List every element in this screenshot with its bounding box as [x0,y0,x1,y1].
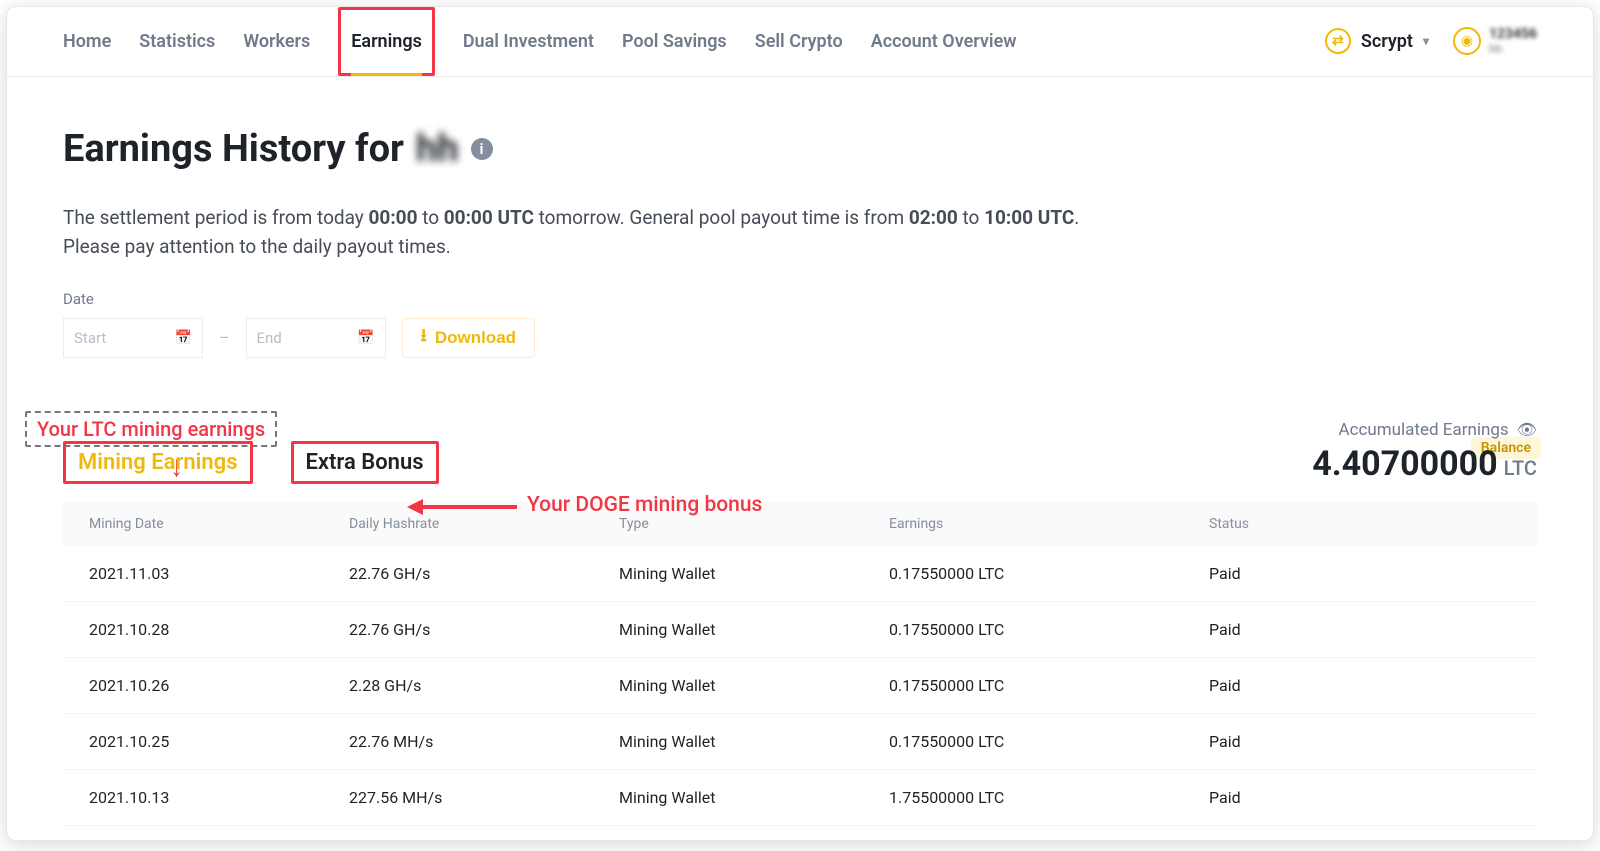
earnings-table: Mining Date Daily Hashrate Type Earnings… [63,502,1537,826]
col-type: Type [619,516,889,532]
cell-status: Paid [1209,788,1511,807]
cell-date: 2021.10.25 [89,732,349,751]
cell-status: Paid [1209,564,1511,583]
accumulated-value: 4.40700000LTC [1312,444,1537,484]
info-icon[interactable]: i [471,138,493,160]
nav-sell-crypto[interactable]: Sell Crypto [755,7,843,76]
cell-earnings: 0.17550000 LTC [889,620,1209,639]
top-nav: Home Statistics Workers Earnings Dual In… [7,7,1593,77]
annotation-doge-bonus: Your DOGE mining bonus [527,493,762,517]
cell-date: 2021.10.13 [89,788,349,807]
cell-type: Mining Wallet [619,564,889,583]
nav-earnings[interactable]: Earnings [338,7,435,76]
table-row: 2021.10.2822.76 GH/sMining Wallet0.17550… [63,602,1537,658]
cell-earnings: 1.75500000 LTC [889,788,1209,807]
col-status: Status [1209,516,1511,532]
date-separator: – [219,328,230,347]
chevron-down-icon: ▾ [1423,34,1429,48]
table-row: 2021.10.13227.56 MH/sMining Wallet1.7550… [63,770,1537,826]
accumulated-label: Accumulated Earnings 👁 [1338,420,1537,440]
calendar-icon: 📅 [175,330,192,346]
date-label: Date [63,290,1537,308]
calendar-icon: 📅 [357,330,374,346]
settlement-info: The settlement period is from today 00:0… [63,203,1537,262]
algorithm-label: Scrypt [1361,31,1413,52]
algorithm-select[interactable]: ⇄ Scrypt ▾ [1325,28,1429,54]
cell-earnings: 0.17550000 LTC [889,732,1209,751]
cell-status: Paid [1209,620,1511,639]
cell-earnings: 0.17550000 LTC [889,676,1209,695]
avatar-icon: ◉ [1453,27,1481,55]
nav-account-overview[interactable]: Account Overview [871,7,1017,76]
cell-type: Mining Wallet [619,676,889,695]
cell-hashrate: 22.76 GH/s [349,620,619,639]
col-mining-date: Mining Date [89,516,349,532]
table-row: 2021.11.0322.76 GH/sMining Wallet0.17550… [63,546,1537,602]
user-menu[interactable]: ◉ 123456 hh [1453,27,1537,56]
user-id: 123456 [1489,27,1537,42]
cell-earnings: 0.17550000 LTC [889,564,1209,583]
end-date-input[interactable]: End 📅 [246,318,386,358]
cell-status: Paid [1209,732,1511,751]
nav-workers[interactable]: Workers [243,7,310,76]
tab-mining-earnings[interactable]: Mining Earnings [63,441,253,484]
cell-hashrate: 227.56 MH/s [349,788,619,807]
cell-date: 2021.10.28 [89,620,349,639]
cell-date: 2021.11.03 [89,564,349,583]
annotation-arrow-left [407,495,517,519]
cell-type: Mining Wallet [619,732,889,751]
nav-statistics[interactable]: Statistics [139,7,215,76]
download-icon: ⭳ [421,323,427,353]
table-row: 2021.10.262.28 GH/sMining Wallet0.175500… [63,658,1537,714]
start-date-input[interactable]: Start 📅 [63,318,203,358]
swap-icon: ⇄ [1325,28,1351,54]
cell-status: Paid [1209,676,1511,695]
col-earnings: Earnings [889,516,1209,532]
page-title-subject: hh [416,127,459,171]
cell-type: Mining Wallet [619,788,889,807]
cell-type: Mining Wallet [619,620,889,639]
eye-icon[interactable]: 👁 [1517,420,1537,439]
page-title: Earnings History for hh i [63,127,1537,171]
user-sub: hh [1489,43,1537,56]
cell-hashrate: 22.76 GH/s [349,564,619,583]
cell-hashrate: 2.28 GH/s [349,676,619,695]
nav-pool-savings[interactable]: Pool Savings [622,7,727,76]
nav-dual-investment[interactable]: Dual Investment [463,7,594,76]
cell-date: 2021.10.26 [89,676,349,695]
nav-home[interactable]: Home [63,7,111,76]
cell-hashrate: 22.76 MH/s [349,732,619,751]
tab-extra-bonus[interactable]: Extra Bonus [291,441,439,484]
table-row: 2021.10.2522.76 MH/sMining Wallet0.17550… [63,714,1537,770]
download-button[interactable]: ⭳ Download [402,318,536,358]
